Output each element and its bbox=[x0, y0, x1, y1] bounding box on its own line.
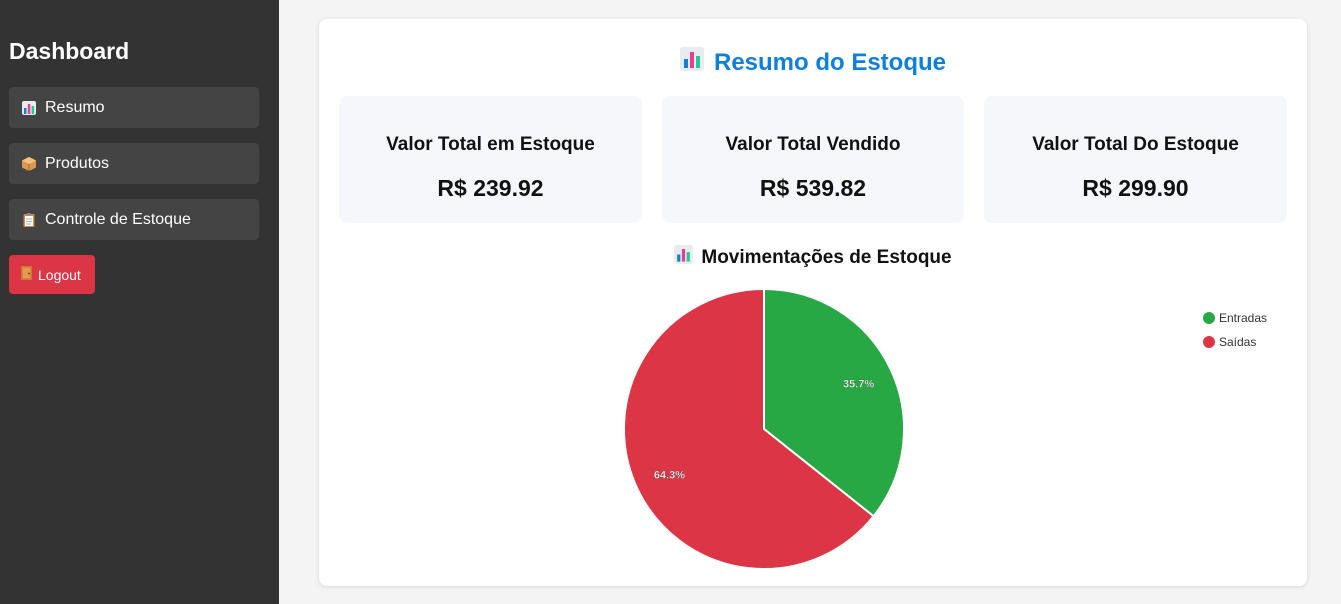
stat-card-valor-estoque: Valor Total em Estoque R$ 239.92 bbox=[339, 96, 642, 223]
pie-chart: 35.7% 64.3% bbox=[623, 287, 905, 570]
stat-label: Valor Total Do Estoque bbox=[1032, 134, 1239, 155]
page-title: Resumo do Estoque bbox=[319, 47, 1307, 78]
summary-card: Resumo do Estoque Valor Total em Estoque… bbox=[319, 19, 1307, 586]
legend-swatch bbox=[1203, 336, 1215, 348]
clipboard-icon bbox=[21, 212, 37, 228]
chart-legend: Entradas Saídas bbox=[1203, 306, 1267, 354]
legend-item-entradas[interactable]: Entradas bbox=[1203, 306, 1267, 330]
stat-card-valor-total-estoque: Valor Total Do Estoque R$ 299.90 bbox=[984, 96, 1287, 223]
stat-value: R$ 239.92 bbox=[437, 175, 544, 201]
sidebar-item-resumo[interactable]: Resumo bbox=[9, 87, 259, 128]
bar-chart-icon bbox=[21, 100, 37, 116]
legend-label: Entradas bbox=[1219, 311, 1268, 325]
sidebar-item-produtos[interactable]: Produtos bbox=[9, 143, 259, 184]
stat-label: Valor Total em Estoque bbox=[386, 134, 595, 155]
legend-label: Saídas bbox=[1219, 335, 1257, 349]
sidebar-item-controle-estoque[interactable]: Controle de Estoque bbox=[9, 199, 259, 240]
stat-value: R$ 299.90 bbox=[1082, 175, 1189, 201]
pie-label-saídas: 64.3% bbox=[654, 470, 685, 482]
pie-label-entradas: 35.7% bbox=[843, 378, 874, 390]
stat-card-valor-vendido: Valor Total Vendido R$ 539.82 bbox=[662, 96, 964, 223]
chart-title-text: Movimentações de Estoque bbox=[701, 246, 952, 268]
stat-label: Valor Total Vendido bbox=[725, 134, 901, 155]
package-icon bbox=[21, 156, 37, 172]
chart-title: Movimentações de Estoque bbox=[319, 245, 1307, 270]
bar-chart-icon bbox=[679, 47, 704, 78]
sidebar-item-label: Produtos bbox=[45, 154, 110, 172]
sidebar-item-label: Controle de Estoque bbox=[45, 210, 191, 228]
bar-chart-icon bbox=[674, 245, 694, 270]
sidebar-item-label: Resumo bbox=[45, 98, 105, 116]
page-title-text: Resumo do Estoque bbox=[713, 48, 947, 76]
stat-value: R$ 539.82 bbox=[759, 175, 867, 201]
logout-button[interactable]: Logout bbox=[9, 255, 95, 294]
sidebar-title: Dashboard bbox=[9, 38, 130, 64]
legend-swatch bbox=[1203, 312, 1215, 324]
sidebar: Dashboard Resumo Produtos Controle de Es… bbox=[0, 0, 279, 604]
logout-label: Logout bbox=[38, 266, 81, 283]
legend-item-saídas[interactable]: Saídas bbox=[1203, 330, 1267, 354]
door-icon bbox=[21, 266, 32, 283]
